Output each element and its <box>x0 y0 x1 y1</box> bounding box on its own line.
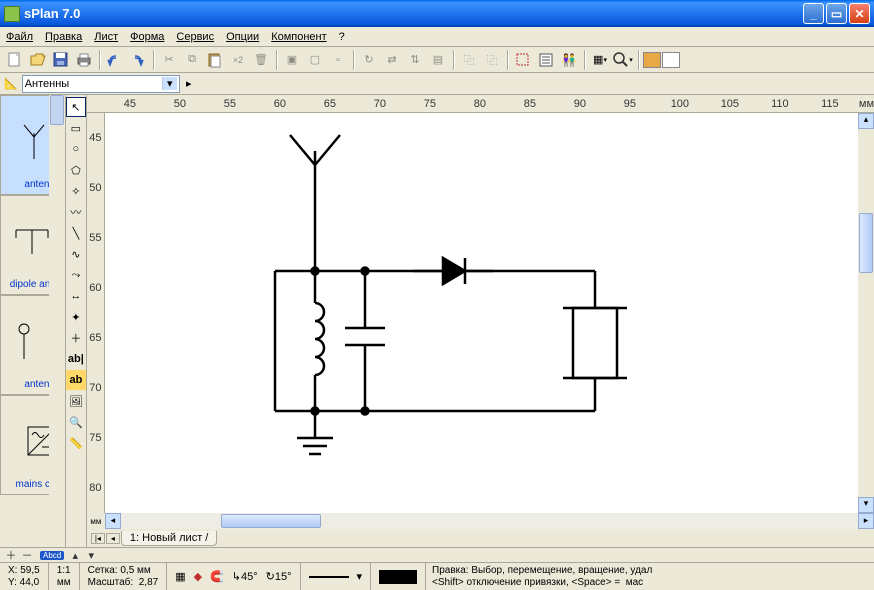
label-tool-icon[interactable]: ab <box>66 370 86 390</box>
library-bar: 📐 Антенны ▾ ▸ <box>0 73 874 95</box>
library-combo-text: Антенны <box>25 78 70 90</box>
tab-prev-icon[interactable]: ◂ <box>106 533 120 544</box>
forward-icon[interactable]: ▫ <box>327 49 349 71</box>
pointer-tool-icon[interactable]: ↖ <box>66 97 86 117</box>
color-swatch[interactable] <box>371 563 426 590</box>
component-palette: АнтantennaAnt0dipole antennaAnt0dipole a… <box>0 95 66 547</box>
menu-help[interactable]: ? <box>339 31 345 43</box>
status-text: Правка: Выбор, перемещение, вращение, уд… <box>426 564 874 590</box>
undo-icon[interactable] <box>104 49 126 71</box>
ungroup-icon[interactable]: ⿻ <box>481 49 503 71</box>
tofront-icon[interactable]: ▣ <box>281 49 303 71</box>
canvas-area: 4550556065707580859095100105110115мм 455… <box>87 95 874 547</box>
line-tool-icon[interactable]: ╲ <box>66 223 86 243</box>
lineweight-picker[interactable]: ▾ <box>301 563 372 590</box>
library-next-icon[interactable]: ▸ <box>182 77 196 90</box>
freehand-tool-icon[interactable]: 〰 <box>66 202 86 222</box>
snapobj-icon[interactable]: 🧲 <box>210 570 224 583</box>
rotstep-btn[interactable]: ↻15° <box>266 570 292 583</box>
abcd-badge[interactable]: Abcd <box>40 551 64 560</box>
point-tool-icon[interactable]: ＋ <box>66 328 86 348</box>
cursor-position: X: 59,5 Y: 44,0 <box>0 563 49 590</box>
grid-info: Сетка: 0,5 мм Масштаб: 2,87 <box>80 563 168 590</box>
text-tool-icon[interactable]: ab| <box>66 349 86 369</box>
menu-component[interactable]: Компонент <box>271 31 326 43</box>
save-icon[interactable] <box>50 49 72 71</box>
paste-icon[interactable] <box>204 49 226 71</box>
circle-tool-icon[interactable]: ○ <box>66 139 86 159</box>
zoom-tool-icon[interactable]: 🔍 <box>66 412 86 432</box>
menu-file[interactable]: Файл <box>6 31 33 43</box>
menu-sheet[interactable]: Лист <box>94 31 118 43</box>
snap-icon[interactable] <box>512 49 534 71</box>
close-button[interactable]: ✕ <box>849 3 870 24</box>
tool-strip: ↖ ▭ ○ ⬠ ✧ 〰 ╲ ∿ ⤳ ↔ ✦ ＋ ab| ab 🖼 🔍 📏 <box>66 95 87 547</box>
find-icon[interactable]: 👫 <box>558 49 580 71</box>
palette-scrollbar[interactable] <box>49 95 65 547</box>
zoomout-icon[interactable]: ＋ <box>4 547 18 563</box>
curve-tool-icon[interactable]: ∿ <box>66 244 86 264</box>
tab-first-icon[interactable]: |◂ <box>91 533 105 544</box>
down-icon[interactable]: ▾ <box>84 549 98 562</box>
ruler-horizontal: 4550556065707580859095100105110115мм <box>87 95 874 113</box>
fliph-icon[interactable]: ⇄ <box>381 49 403 71</box>
rect-tool-icon[interactable]: ▭ <box>66 118 86 138</box>
vertical-scrollbar[interactable]: ▴ ▾ <box>858 113 874 513</box>
page-icon[interactable]: ▦▾ <box>589 49 611 71</box>
menu-options[interactable]: Опции <box>226 31 259 43</box>
menu-service[interactable]: Сервис <box>176 31 214 43</box>
menubar: Файл Правка Лист Форма Сервис Опции Комп… <box>0 27 874 47</box>
image-tool-icon[interactable]: 🖼 <box>66 391 86 411</box>
rotate-icon[interactable]: ↻ <box>358 49 380 71</box>
titlebar: sPlan 7.0 _ ▭ ✕ <box>0 0 874 27</box>
redo-icon[interactable] <box>127 49 149 71</box>
duplicate-icon[interactable]: ×2 <box>227 49 249 71</box>
library-icon[interactable]: 📐 <box>4 77 18 90</box>
grid-icon[interactable]: ▦ <box>175 570 185 583</box>
zoom-icon[interactable]: ▾ <box>612 49 634 71</box>
minimize-button[interactable]: _ <box>803 3 824 24</box>
flipv-icon[interactable]: ⇅ <box>404 49 426 71</box>
align-icon[interactable]: ▤ <box>427 49 449 71</box>
list-icon[interactable] <box>535 49 557 71</box>
toolbar: ✂ ⧉ ×2 🗑 ▣ ▢ ▫ ↻ ⇄ ⇅ ▤ ⿻ ⿻ 👫 ▦▾ ▾ <box>0 47 874 73</box>
maximize-button[interactable]: ▭ <box>826 3 847 24</box>
toback-icon[interactable]: ▢ <box>304 49 326 71</box>
ruler-v-unit: мм <box>87 517 105 526</box>
group-icon[interactable]: ⿻ <box>458 49 480 71</box>
zoom-ratio: 1:1 мм <box>49 563 80 590</box>
sheet-tabs: |◂ ◂ 1: Новый лист / <box>87 529 874 547</box>
window-title: sPlan 7.0 <box>24 6 801 21</box>
node-tool-icon[interactable]: ✦ <box>66 307 86 327</box>
dropdown-icon[interactable]: ▾ <box>162 77 177 90</box>
delete-icon[interactable]: 🗑 <box>250 49 272 71</box>
footer-tools: ▦ ◆ 🧲 ↳45° ↻15° <box>167 563 300 590</box>
bezier-tool-icon[interactable]: ⤳ <box>66 265 86 285</box>
measure-tool-icon[interactable]: 📏 <box>66 433 86 453</box>
special-tool-icon[interactable]: ✧ <box>66 181 86 201</box>
statusbar: ＋ － Abcd ▴ ▾ X: 59,5 Y: 44,0 1:1 мм Сетк… <box>0 547 874 589</box>
new-icon[interactable] <box>4 49 26 71</box>
zoomin-icon[interactable]: － <box>20 547 34 563</box>
print-icon[interactable] <box>73 49 95 71</box>
horizontal-scrollbar[interactable]: мм ◂ ▸ <box>87 513 874 529</box>
circuit-drawing <box>105 113 745 513</box>
menu-edit[interactable]: Правка <box>45 31 82 43</box>
up-icon[interactable]: ▴ <box>68 549 82 562</box>
app-icon <box>4 6 20 22</box>
dimension-tool-icon[interactable]: ↔ <box>66 286 86 306</box>
library-combo[interactable]: Антенны ▾ <box>22 75 180 93</box>
canvas[interactable] <box>105 113 874 513</box>
color1-icon[interactable] <box>643 52 661 68</box>
copy-icon[interactable]: ⧉ <box>181 49 203 71</box>
color2-icon[interactable] <box>662 52 680 68</box>
ruler-vertical: 455055606570758085 <box>87 113 105 513</box>
cut-icon[interactable]: ✂ <box>158 49 180 71</box>
open-icon[interactable] <box>27 49 49 71</box>
shape-tool-icon[interactable]: ⬠ <box>66 160 86 180</box>
angle-btn[interactable]: ↳45° <box>232 570 258 583</box>
menu-shape[interactable]: Форма <box>130 31 164 43</box>
snapgrid-icon[interactable]: ◆ <box>194 570 202 583</box>
sheet-tab[interactable]: 1: Новый лист / <box>121 531 218 546</box>
